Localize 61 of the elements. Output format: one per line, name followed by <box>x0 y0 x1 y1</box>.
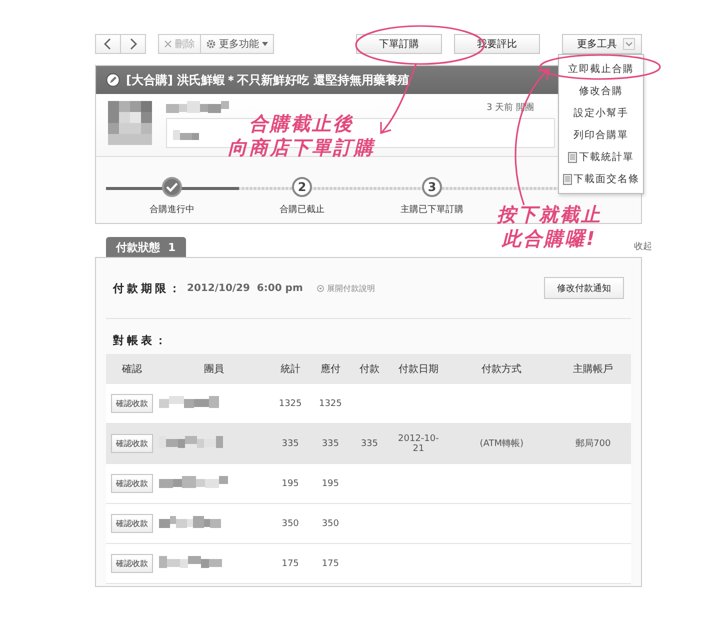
column-header: 團員 <box>158 354 270 384</box>
column-header: 確認 <box>106 354 158 384</box>
edit-payment-notice-button[interactable]: 修改付款通知 <box>544 277 624 299</box>
confirm-payment-button[interactable]: 確認收款 <box>111 554 154 573</box>
column-header: 付款 <box>350 354 389 384</box>
handwritten-note: 按下就截止 此合購囉! <box>497 203 602 251</box>
expand-icon <box>316 284 324 292</box>
more-functions-button[interactable]: 更多功能 <box>200 35 273 53</box>
step-label: 主購已下單訂購 <box>400 204 464 216</box>
deal-title: [大合購] 洪氏鮮蝦＊不只新鮮好吃 還堅持無用藥養殖 <box>126 72 410 88</box>
table-cell: 195 <box>282 478 299 488</box>
gear-icon <box>206 39 216 49</box>
table-cell: 郵局700 <box>576 439 611 449</box>
column-header: 主購帳戶 <box>555 354 631 384</box>
expand-link[interactable]: 展開付款說明 <box>316 282 375 294</box>
close-icon <box>164 40 172 48</box>
caret-down-icon <box>262 42 268 46</box>
table-cell: 175 <box>282 558 299 568</box>
step-circle: 2 <box>292 177 312 197</box>
pencil-icon <box>106 73 120 87</box>
table-cell: (ATM轉帳) <box>480 439 524 449</box>
confirm-payment-button[interactable]: 確認收款 <box>111 474 154 493</box>
check-icon <box>166 182 178 192</box>
menu-item[interactable]: 修改合購 <box>559 80 643 102</box>
table-cell: 175 <box>322 558 340 568</box>
menu-item[interactable]: 列印合購單 <box>559 124 643 146</box>
column-header: 應付 <box>310 354 350 384</box>
table-cell: 195 <box>322 478 340 488</box>
table-cell: 1325 <box>318 398 342 408</box>
step-label: 合購已截止 <box>280 204 324 216</box>
step-circle: 3 <box>422 177 442 197</box>
collapse-link[interactable]: 收起 <box>634 240 652 253</box>
step-label: 合購進行中 <box>150 204 194 216</box>
confirm-payment-button[interactable]: 確認收款 <box>111 394 154 413</box>
table-cell: 350 <box>322 518 340 528</box>
menu-item[interactable]: 下載面交名條 <box>559 168 643 190</box>
document-icon <box>568 152 577 162</box>
menu-item[interactable]: 設定小幫手 <box>559 102 643 124</box>
handwritten-note: 合購截止後 向商店下單訂購 <box>228 112 375 160</box>
table-cell: 335 <box>282 438 299 448</box>
table-cell: 1325 <box>278 398 302 408</box>
menu-item[interactable]: 立即截止合購 <box>559 58 643 80</box>
deadline-label: 付款期限： <box>113 280 183 296</box>
column-header: 統計 <box>270 354 311 384</box>
menu-item[interactable]: 下載統計單 <box>559 146 643 168</box>
column-header: 付款方式 <box>448 354 556 384</box>
deadline-value: 2012/10/29 6:00 pm <box>187 282 303 294</box>
column-header: 付款日期 <box>388 354 448 384</box>
caret-down-icon <box>623 38 635 50</box>
document-icon <box>562 174 572 184</box>
payment-status-tab[interactable]: 付款狀態 1 <box>106 237 186 257</box>
confirm-payment-button[interactable]: 確認收款 <box>111 434 154 453</box>
table-cell: 350 <box>282 518 299 528</box>
pixelated-avatar <box>108 101 152 145</box>
table-cell-text: 2012-10-21 <box>397 434 440 454</box>
confirm-payment-button[interactable]: 確認收款 <box>111 514 154 533</box>
table-cell: 335 <box>322 438 340 448</box>
toolbar-button[interactable]: 下單訂購 <box>356 34 442 54</box>
table-title: 對帳表： <box>112 333 170 349</box>
more-tools-button[interactable]: 更多工具 <box>562 34 642 54</box>
table-cell: 335 <box>360 438 378 448</box>
